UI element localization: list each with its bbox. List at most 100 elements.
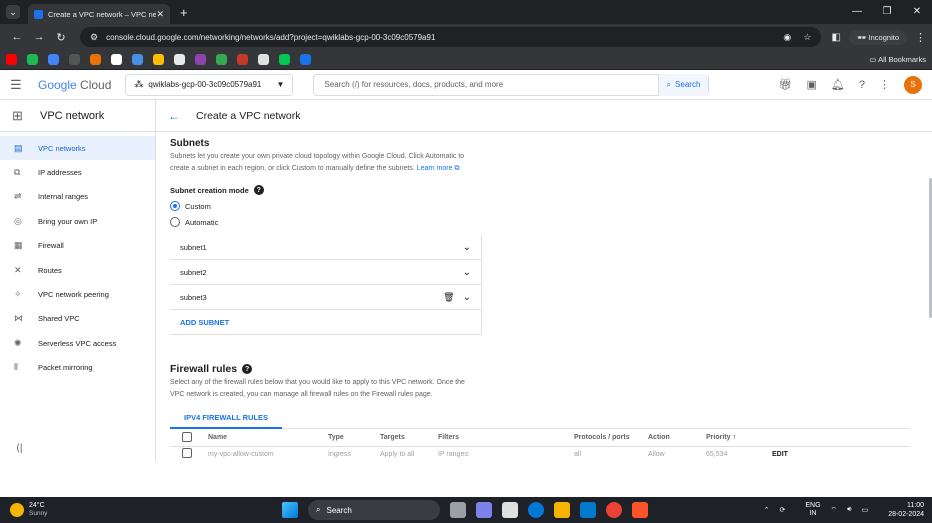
sidebar-item-vpc-network-peering[interactable]: ✧ VPC network peering bbox=[0, 282, 155, 306]
col-priority[interactable]: Priority ↑ bbox=[706, 434, 776, 441]
tray-overflow-icon[interactable]: ⌃ bbox=[764, 506, 770, 514]
row-checkbox[interactable] bbox=[182, 448, 192, 458]
windows-start-icon[interactable] bbox=[282, 502, 298, 518]
new-tab-icon[interactable]: + bbox=[180, 5, 188, 20]
bookmark-icon[interactable] bbox=[258, 54, 269, 65]
forward-nav-icon[interactable]: → bbox=[28, 31, 50, 43]
chevron-down-icon[interactable]: ⌄ bbox=[463, 267, 471, 278]
close-tab-icon[interactable]: ✕ bbox=[156, 9, 164, 20]
cloud-shell-icon[interactable]: ▣ bbox=[807, 78, 817, 91]
bookmark-icon[interactable] bbox=[174, 54, 185, 65]
url-text[interactable]: console.cloud.google.com/networking/netw… bbox=[106, 33, 773, 42]
bookmark-icon[interactable] bbox=[153, 54, 164, 65]
reload-icon[interactable]: ↻ bbox=[50, 31, 72, 44]
bookmark-icon[interactable] bbox=[6, 54, 17, 65]
bookmark-icon[interactable] bbox=[69, 54, 80, 65]
eye-off-icon[interactable]: ◉ bbox=[783, 32, 791, 42]
bookmark-icon[interactable] bbox=[216, 54, 227, 65]
bookmark-icon[interactable] bbox=[300, 54, 311, 65]
browser-tab[interactable]: Create a VPC network – VPC ne ✕ bbox=[28, 4, 170, 24]
tab-search-icon[interactable]: ⌄ bbox=[6, 5, 20, 19]
chevron-down-icon[interactable]: ⌄ bbox=[463, 292, 471, 303]
radio-automatic[interactable]: Automatic bbox=[170, 217, 932, 227]
sidebar-item-routes[interactable]: ✕ Routes bbox=[0, 258, 155, 282]
clock[interactable]: 11:00 28-02-2024 bbox=[878, 501, 924, 519]
collapse-sidebar-icon[interactable]: ⟨| bbox=[16, 443, 23, 454]
chrome-icon[interactable] bbox=[606, 502, 622, 518]
sidebar-item-vpc-networks[interactable]: ▤ VPC networks bbox=[0, 136, 155, 161]
back-arrow-icon[interactable]: ← bbox=[168, 109, 188, 123]
chrome-menu-icon[interactable]: ⋮ bbox=[915, 31, 926, 44]
more-options-icon[interactable]: ⋮ bbox=[879, 78, 890, 91]
file-explorer-icon[interactable] bbox=[554, 502, 570, 518]
select-all-checkbox[interactable] bbox=[182, 431, 192, 442]
bookmark-icon[interactable] bbox=[48, 54, 59, 65]
help-icon[interactable]: ? bbox=[242, 364, 253, 374]
edge-icon[interactable] bbox=[528, 502, 544, 518]
brave-icon[interactable] bbox=[632, 502, 648, 518]
vscode-icon[interactable] bbox=[580, 502, 596, 518]
gift-icon[interactable]: 🎁︎ bbox=[779, 78, 793, 91]
radio-unchecked-icon[interactable] bbox=[170, 217, 180, 227]
taskbar-search[interactable]: ⌕ Search bbox=[308, 500, 440, 520]
language-indicator[interactable]: ENG IN bbox=[795, 502, 820, 518]
sidebar-item-bring-your-own-ip[interactable]: ◎ Bring your own IP bbox=[0, 209, 155, 233]
task-view-icon[interactable] bbox=[450, 502, 466, 518]
wifi-icon[interactable]: ⌔ bbox=[831, 506, 838, 515]
bookmark-icon[interactable] bbox=[132, 54, 143, 65]
project-selector[interactable]: ⁂ qwiklabs-gcp-00-3c09c0579a91 ▼ bbox=[125, 73, 294, 96]
bookmark-icon[interactable] bbox=[195, 54, 206, 65]
col-protocols[interactable]: Protocols / ports bbox=[574, 434, 648, 441]
volume-icon[interactable]: 🔊︎ bbox=[847, 506, 851, 514]
help-icon[interactable]: ? bbox=[859, 79, 865, 91]
incognito-badge[interactable]: 🕶 Incognito bbox=[848, 29, 907, 45]
bookmark-icon[interactable] bbox=[90, 54, 101, 65]
delete-icon[interactable]: 🗑︎ bbox=[443, 292, 454, 303]
bookmark-icon[interactable] bbox=[111, 54, 122, 65]
sync-icon[interactable]: ⟳ bbox=[780, 506, 786, 514]
search-button[interactable]: ⌕ Search bbox=[657, 73, 709, 96]
col-targets[interactable]: Targets bbox=[380, 434, 438, 441]
table-row[interactable]: my-vpc-allow-custom Ingress Apply to all… bbox=[170, 447, 910, 461]
notepad-icon[interactable] bbox=[502, 502, 518, 518]
weather-widget[interactable]: 24°C Sunny bbox=[10, 502, 47, 518]
minimize-icon[interactable]: — bbox=[842, 0, 872, 24]
search-input[interactable]: Search (/) for resources, docs, products… bbox=[314, 80, 657, 89]
subnet-row[interactable]: subnet1 ⌄ bbox=[170, 235, 481, 260]
main-menu-icon[interactable]: ☰ bbox=[10, 77, 30, 93]
tab-ipv4-firewall-rules[interactable]: IPV4 FIREWALL RULES bbox=[170, 409, 283, 429]
col-filters[interactable]: Filters bbox=[438, 434, 574, 441]
all-bookmarks-button[interactable]: ▭ All Bookmarks bbox=[869, 55, 926, 64]
learn-more-link[interactable]: Learn more ⧉ bbox=[417, 165, 460, 172]
close-window-icon[interactable]: ✕ bbox=[902, 0, 932, 24]
col-type[interactable]: Type bbox=[328, 434, 380, 441]
sidebar-item-serverless-vpc-access[interactable]: ✺ Serverless VPC access bbox=[0, 331, 155, 355]
sidebar-item-packet-mirroring[interactable]: ⦀ Packet mirroring bbox=[0, 356, 155, 380]
bookmark-icon[interactable] bbox=[237, 54, 248, 65]
radio-checked-icon[interactable] bbox=[170, 201, 180, 211]
add-subnet-button[interactable]: ADD SUBNET bbox=[170, 310, 481, 335]
help-icon[interactable]: ? bbox=[253, 185, 264, 195]
subnet-row[interactable]: subnet2 ⌄ bbox=[170, 260, 481, 285]
bookmark-star-icon[interactable]: ☆ bbox=[803, 32, 811, 42]
sidebar-item-internal-ranges[interactable]: ⇌ Internal ranges bbox=[0, 185, 155, 209]
chevron-down-icon[interactable]: ⌄ bbox=[463, 242, 471, 253]
battery-icon[interactable]: ▭ bbox=[862, 506, 869, 514]
bookmark-icon[interactable] bbox=[279, 54, 290, 65]
edit-button[interactable]: EDIT bbox=[772, 451, 788, 458]
sidebar-item-shared-vpc[interactable]: ⋈ Shared VPC bbox=[0, 307, 155, 331]
avatar[interactable]: S bbox=[904, 75, 922, 94]
teams-icon[interactable] bbox=[476, 502, 492, 518]
radio-custom[interactable]: Custom bbox=[170, 201, 932, 211]
omnibox[interactable]: ⚙ console.cloud.google.com/networking/ne… bbox=[80, 27, 822, 47]
col-name[interactable]: Name bbox=[208, 434, 328, 441]
google-cloud-logo[interactable]: Google Cloud bbox=[38, 78, 111, 92]
notifications-icon[interactable]: 🔔︎ bbox=[831, 78, 845, 91]
restore-icon[interactable]: ❐ bbox=[872, 0, 902, 24]
sidebar-item-firewall[interactable]: ▦ Firewall bbox=[0, 234, 155, 258]
back-nav-icon[interactable]: ← bbox=[6, 31, 28, 43]
subnet-row[interactable]: subnet3 🗑︎ ⌄ bbox=[170, 285, 481, 310]
site-info-icon[interactable]: ⚙ bbox=[90, 32, 98, 43]
sidebar-item-ip-addresses[interactable]: ⧉ IP addresses bbox=[0, 160, 155, 184]
search-bar[interactable]: Search (/) for resources, docs, products… bbox=[313, 73, 710, 96]
